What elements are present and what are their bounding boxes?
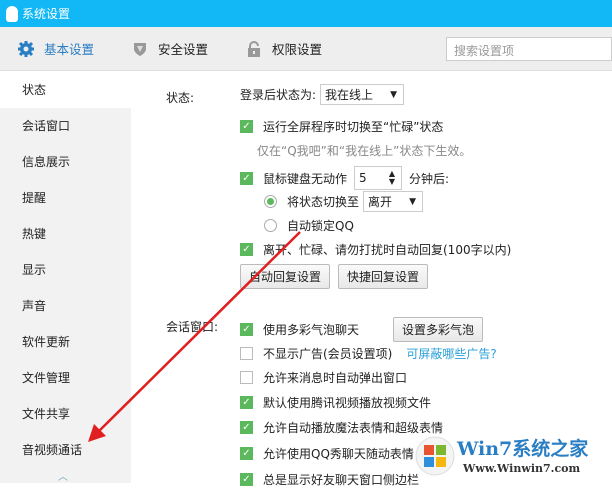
- watermark-title: Win7系统之家: [457, 438, 589, 460]
- windows-logo-icon: [415, 436, 455, 476]
- watermark-url: Www.Winwin7.com: [463, 462, 581, 475]
- red-arrow-annotation: [88, 231, 301, 442]
- watermark: Win7系统之家 Www.Winwin7.com: [415, 432, 612, 483]
